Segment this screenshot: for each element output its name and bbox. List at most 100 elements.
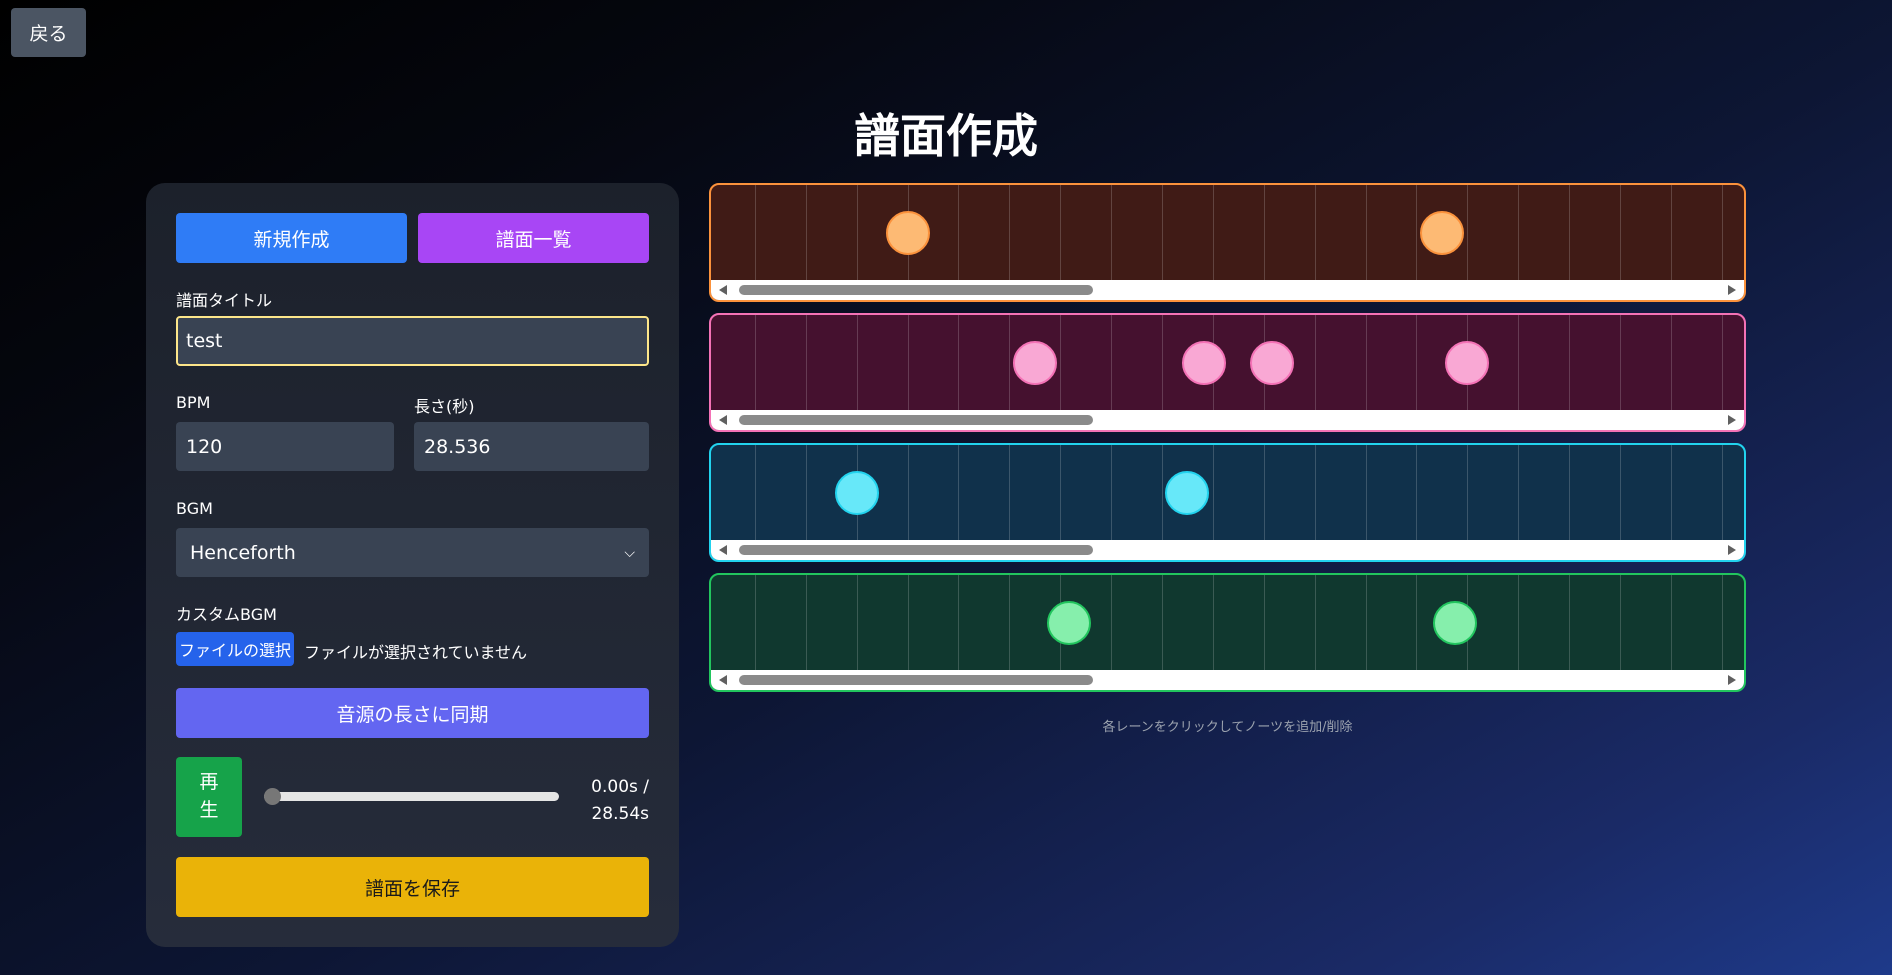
- beat-gridline: [1518, 445, 1520, 542]
- lane-grid: [711, 575, 1744, 672]
- note[interactable]: [1165, 471, 1210, 515]
- scroll-left-arrow-icon[interactable]: [719, 285, 727, 295]
- playback-slider-thumb[interactable]: [264, 788, 281, 805]
- beat-gridline: [1365, 445, 1367, 542]
- lane-scrollbar[interactable]: [711, 540, 1744, 560]
- scroll-right-arrow-icon[interactable]: [1728, 285, 1736, 295]
- lane-3[interactable]: [709, 443, 1746, 562]
- beat-gridline: [856, 315, 858, 412]
- note[interactable]: [1182, 341, 1227, 385]
- lane-scrollbar[interactable]: [711, 410, 1744, 430]
- beat-gridline: [1212, 185, 1214, 282]
- chart-list-button[interactable]: 譜面一覧: [418, 213, 649, 263]
- beat-gridline: [907, 315, 909, 412]
- beat-gridline: [1314, 185, 1316, 282]
- lane-2[interactable]: [709, 313, 1746, 432]
- scroll-left-arrow-icon[interactable]: [719, 545, 727, 555]
- scrollbar-thumb[interactable]: [739, 545, 1093, 555]
- scroll-left-arrow-icon[interactable]: [719, 415, 727, 425]
- beat-gridline: [1009, 575, 1011, 672]
- beat-gridline: [1365, 185, 1367, 282]
- length-input[interactable]: [414, 422, 649, 471]
- beat-gridline: [1365, 575, 1367, 672]
- bpm-label: BPM: [176, 393, 211, 412]
- beat-gridline: [1212, 445, 1214, 542]
- beat-gridline: [1161, 185, 1163, 282]
- beat-gridline: [1263, 185, 1265, 282]
- bgm-select[interactable]: Henceforth ⌵: [176, 528, 649, 577]
- beat-gridline: [1721, 185, 1723, 282]
- beat-gridline: [1569, 185, 1571, 282]
- beat-gridline: [1111, 185, 1113, 282]
- beat-gridline: [958, 445, 960, 542]
- beat-gridline: [1619, 575, 1621, 672]
- scroll-left-arrow-icon[interactable]: [719, 675, 727, 685]
- file-select-button[interactable]: ファイルの選択: [176, 632, 294, 666]
- beat-gridline: [1569, 315, 1571, 412]
- save-chart-button[interactable]: 譜面を保存: [176, 857, 649, 917]
- beat-gridline: [1619, 445, 1621, 542]
- scrollbar-thumb[interactable]: [739, 285, 1093, 295]
- note[interactable]: [885, 211, 930, 255]
- beat-gridline: [754, 315, 756, 412]
- beat-gridline: [1161, 315, 1163, 412]
- lane-scrollbar[interactable]: [711, 280, 1744, 300]
- time-current: 0.00s /: [591, 777, 649, 797]
- beat-gridline: [856, 185, 858, 282]
- bgm-label: BGM: [176, 499, 213, 518]
- note[interactable]: [1419, 211, 1464, 255]
- beat-gridline: [1314, 445, 1316, 542]
- beat-gridline: [1721, 575, 1723, 672]
- lane-4[interactable]: [709, 573, 1746, 692]
- chart-title-label: 譜面タイトル: [176, 291, 273, 310]
- beat-gridline: [1467, 185, 1469, 282]
- bpm-input[interactable]: [176, 422, 394, 471]
- beat-gridline: [907, 445, 909, 542]
- beat-gridline: [1263, 575, 1265, 672]
- chart-title-input[interactable]: [176, 316, 649, 366]
- new-chart-button[interactable]: 新規作成: [176, 213, 407, 263]
- beat-gridline: [958, 575, 960, 672]
- time-total: 28.54s: [591, 804, 649, 824]
- beat-gridline: [1263, 445, 1265, 542]
- note[interactable]: [1012, 341, 1057, 385]
- lane-scrollbar[interactable]: [711, 670, 1744, 690]
- beat-gridline: [1161, 575, 1163, 672]
- beat-gridline: [1619, 315, 1621, 412]
- lane-1[interactable]: [709, 183, 1746, 302]
- page-title: 譜面作成: [854, 109, 1038, 163]
- beat-gridline: [1416, 445, 1418, 542]
- beat-gridline: [1569, 445, 1571, 542]
- beat-gridline: [1721, 445, 1723, 542]
- scroll-right-arrow-icon[interactable]: [1728, 545, 1736, 555]
- custom-bgm-label: カスタムBGM: [176, 605, 277, 624]
- beat-gridline: [805, 185, 807, 282]
- play-button[interactable]: 再生: [176, 757, 242, 837]
- playback-slider[interactable]: [264, 788, 559, 805]
- beat-gridline: [1314, 575, 1316, 672]
- beat-gridline: [907, 575, 909, 672]
- beat-gridline: [1161, 445, 1163, 542]
- beat-gridline: [856, 575, 858, 672]
- beat-gridline: [1111, 445, 1113, 542]
- beat-gridline: [1060, 185, 1062, 282]
- scroll-right-arrow-icon[interactable]: [1728, 415, 1736, 425]
- note[interactable]: [1445, 341, 1490, 385]
- scroll-right-arrow-icon[interactable]: [1728, 675, 1736, 685]
- beat-gridline: [1060, 315, 1062, 412]
- length-label: 長さ(秒): [414, 397, 475, 416]
- scrollbar-thumb[interactable]: [739, 675, 1093, 685]
- note[interactable]: [834, 471, 879, 515]
- beat-gridline: [1619, 185, 1621, 282]
- beat-gridline: [1721, 315, 1723, 412]
- note[interactable]: [1250, 341, 1295, 385]
- beat-gridline: [1009, 445, 1011, 542]
- sync-length-button[interactable]: 音源の長さに同期: [176, 688, 649, 738]
- note[interactable]: [1432, 601, 1477, 645]
- lane-grid: [711, 315, 1744, 412]
- bgm-selected-value: Henceforth: [190, 541, 296, 564]
- scrollbar-thumb[interactable]: [739, 415, 1093, 425]
- note[interactable]: [1046, 601, 1091, 645]
- back-button[interactable]: 戻る: [11, 8, 86, 57]
- beat-gridline: [1416, 185, 1418, 282]
